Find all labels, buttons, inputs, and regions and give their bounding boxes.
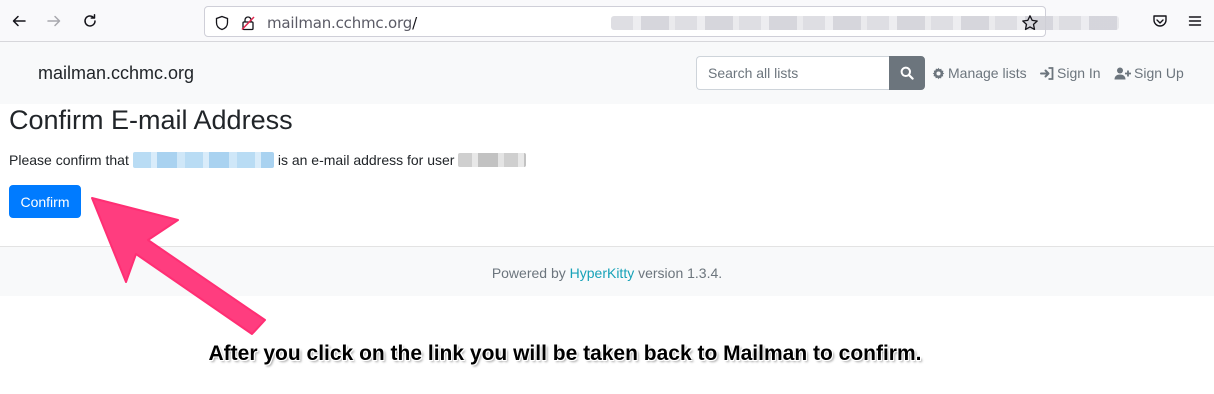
annotation-arrow: [91, 197, 266, 335]
pink-arrow-shape: [91, 197, 266, 335]
annotation-caption: After you click on the link you will be …: [208, 342, 922, 365]
